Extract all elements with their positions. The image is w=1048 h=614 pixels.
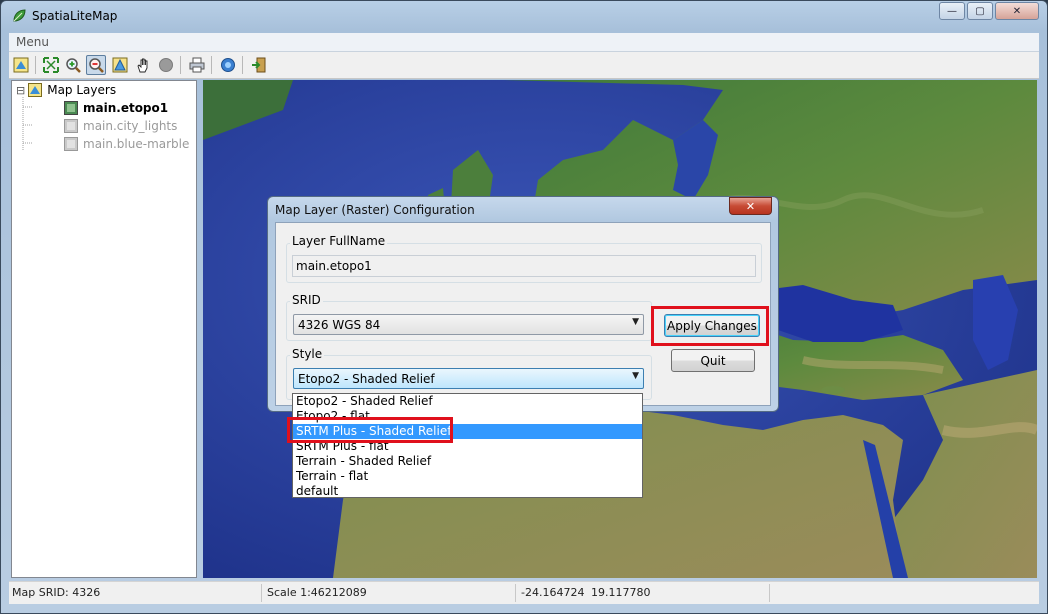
tree-root[interactable]: ⊟ Map Layers xyxy=(16,82,116,98)
toolbar-separator xyxy=(211,56,212,74)
menu-item-menu[interactable]: Menu xyxy=(16,35,49,49)
info-icon[interactable] xyxy=(218,55,238,75)
dialog-title: Map Layer (Raster) Configuration xyxy=(275,203,475,217)
map-layers-icon xyxy=(28,83,43,97)
status-divider xyxy=(769,584,770,602)
style-group-label: Style xyxy=(290,347,325,361)
fullname-field[interactable]: main.etopo1 xyxy=(292,255,756,277)
zoom-out-icon[interactable] xyxy=(86,55,106,75)
style-option[interactable]: SRTM Plus - Shaded Relief xyxy=(293,424,642,439)
zoom-full-icon[interactable] xyxy=(41,55,61,75)
tree-layer-label: main.city_lights xyxy=(83,119,178,133)
toolbar-separator xyxy=(35,56,36,74)
quit-button[interactable]: Quit xyxy=(671,349,755,372)
collapse-icon[interactable]: ⊟ xyxy=(16,84,25,97)
fullname-group-label: Layer FullName xyxy=(290,234,388,248)
style-select-value: Etopo2 - Shaded Relief xyxy=(298,372,435,386)
window-title: SpatiaLiteMap xyxy=(32,9,118,23)
tree-connector-lines xyxy=(22,97,32,151)
srid-select-value: 4326 WGS 84 xyxy=(298,318,381,332)
zoom-in-icon[interactable] xyxy=(63,55,83,75)
title-bar[interactable]: SpatiaLiteMap — ▢ ✕ xyxy=(1,1,1047,31)
chevron-down-icon: ▼ xyxy=(632,371,639,381)
style-option[interactable]: Terrain - Shaded Relief xyxy=(293,454,642,469)
style-option[interactable]: default xyxy=(293,484,642,499)
style-option[interactable]: Etopo2 - flat xyxy=(293,409,642,424)
srid-group-label: SRID xyxy=(290,293,323,307)
status-srid: Map SRID: 4326 xyxy=(12,586,101,599)
minimize-button[interactable]: — xyxy=(939,2,965,20)
style-option[interactable]: SRTM Plus - flat xyxy=(293,439,642,454)
tree-layer-label: main.etopo1 xyxy=(83,101,169,115)
style-select[interactable]: Etopo2 - Shaded Relief ▼ xyxy=(293,368,644,389)
raster-layer-icon xyxy=(64,137,78,151)
app-leaf-icon xyxy=(13,9,26,22)
print-icon[interactable] xyxy=(187,55,207,75)
srid-select[interactable]: 4326 WGS 84 ▼ xyxy=(293,314,644,335)
close-icon: ✕ xyxy=(745,199,756,213)
maximize-icon: ▢ xyxy=(975,5,985,17)
style-option[interactable]: Terrain - flat xyxy=(293,469,642,484)
identify-icon[interactable] xyxy=(110,55,130,75)
raster-layer-icon xyxy=(64,101,78,115)
exit-icon[interactable] xyxy=(249,55,269,75)
status-y-coordinate: 19.117780 xyxy=(591,586,651,599)
status-divider xyxy=(515,584,516,602)
layer-icon[interactable] xyxy=(11,55,31,75)
close-button[interactable]: ✕ xyxy=(995,2,1039,20)
status-x-coordinate: -24.164724 xyxy=(521,586,585,599)
style-dropdown-list: Etopo2 - Shaded Relief Etopo2 - flat SRTM … xyxy=(292,393,643,498)
status-bar: Map SRID: 4326 Scale 1:46212089 -24.1647… xyxy=(9,581,1039,604)
style-option[interactable]: Etopo2 - Shaded Relief xyxy=(293,394,642,409)
layer-config-dialog: Map Layer (Raster) Configuration ✕ Layer… xyxy=(267,196,779,412)
close-icon: ✕ xyxy=(1012,5,1022,17)
tree-root-label: Map Layers xyxy=(47,83,117,97)
status-divider xyxy=(261,584,262,602)
dialog-close-button[interactable]: ✕ xyxy=(729,197,772,215)
stop-icon[interactable] xyxy=(156,55,176,75)
pan-hand-icon[interactable] xyxy=(133,55,153,75)
chevron-down-icon: ▼ xyxy=(632,317,639,327)
apply-changes-button[interactable]: Apply Changes xyxy=(664,314,760,337)
toolbar-separator xyxy=(180,56,181,74)
menu-bar: Menu xyxy=(9,33,1039,52)
toolbar-separator xyxy=(242,56,243,74)
layer-tree-panel: ⊟ Map Layers main.etopo1 main.city_lights… xyxy=(11,80,197,578)
tree-layer-item[interactable]: main.city_lights xyxy=(64,118,177,134)
status-scale: Scale 1:46212089 xyxy=(267,586,367,599)
tree-layer-label: main.blue-marble xyxy=(83,137,190,151)
raster-layer-icon xyxy=(64,119,78,133)
minimize-icon: — xyxy=(947,5,957,17)
dialog-body: Layer FullName main.etopo1 SRID 4326 WGS… xyxy=(275,222,771,406)
toolbar xyxy=(9,52,1039,79)
tree-layer-item[interactable]: main.etopo1 xyxy=(64,100,168,116)
maximize-button[interactable]: ▢ xyxy=(967,2,993,20)
tree-layer-item[interactable]: main.blue-marble xyxy=(64,136,189,152)
